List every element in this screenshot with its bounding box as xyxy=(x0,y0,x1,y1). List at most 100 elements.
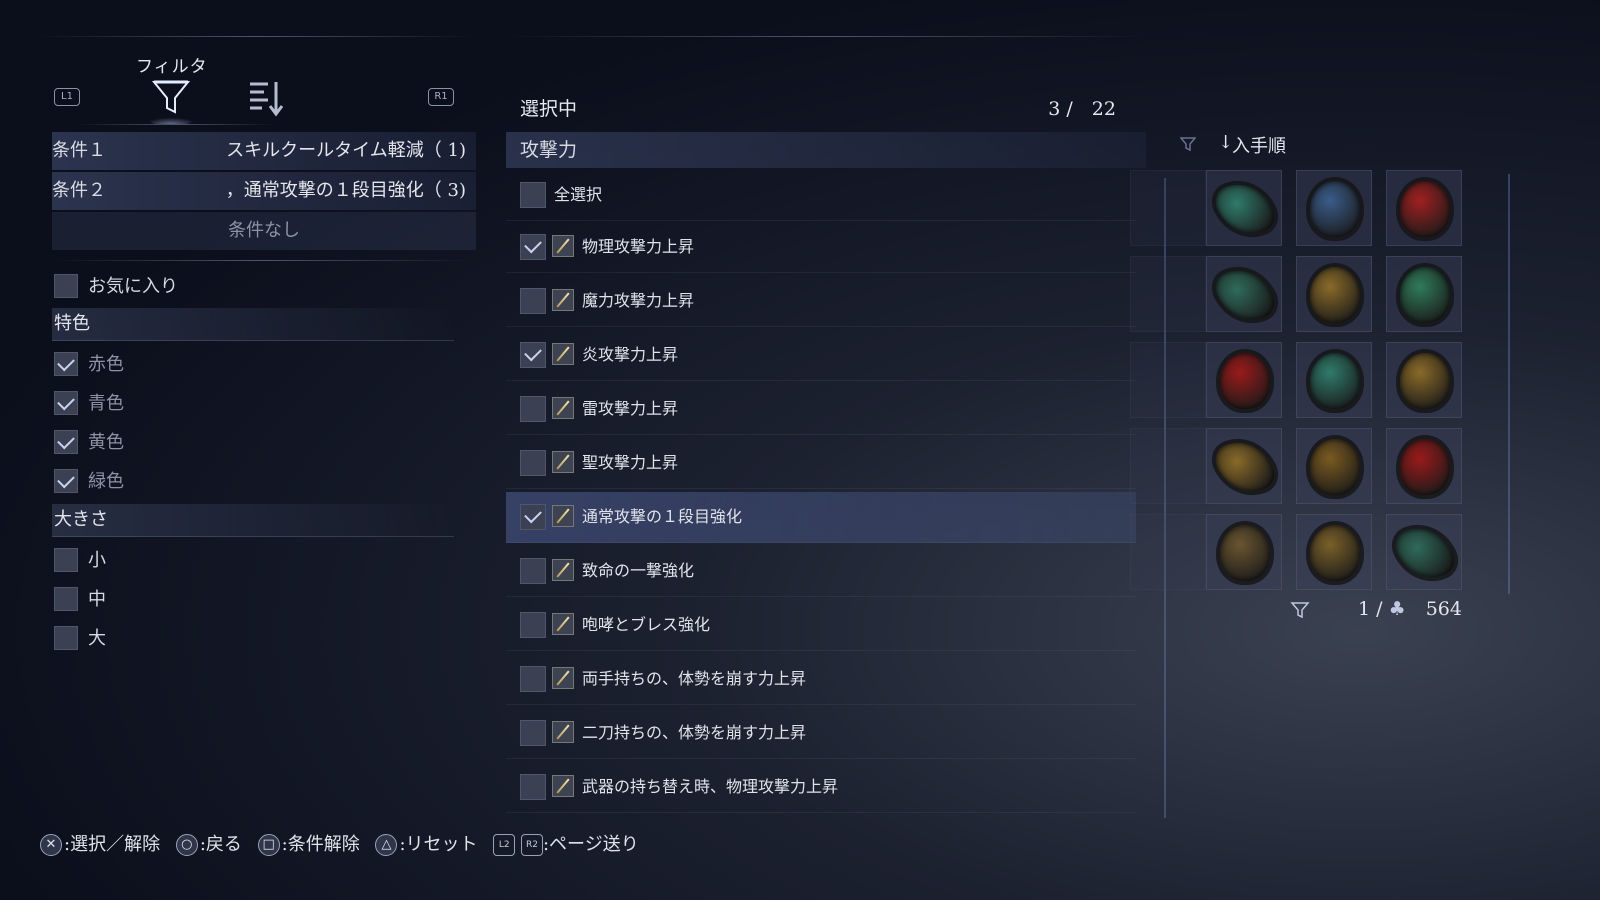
option-label: 通常攻撃の１段目強化 xyxy=(582,507,743,526)
option-row[interactable]: 雷攻撃力上昇 xyxy=(506,384,1136,435)
condition-1[interactable]: 条件１ スキルクールタイム軽減（ 1) xyxy=(52,132,476,170)
inventory-slot[interactable] xyxy=(1386,428,1462,504)
inventory-slot[interactable] xyxy=(1296,170,1372,246)
inventory-slot[interactable] xyxy=(1296,342,1372,418)
size-checkbox[interactable] xyxy=(54,587,78,611)
option-checkbox[interactable] xyxy=(520,720,546,746)
sort-icon xyxy=(250,82,284,117)
inventory-panel: ↓ 入手順 1 / ♣ 564 xyxy=(1130,120,1550,640)
inventory-count: 1 / ♣ 564 xyxy=(1290,598,1462,620)
l1-button[interactable]: L1 xyxy=(54,88,80,106)
selected-label: 選択中 xyxy=(520,98,578,120)
option-checkbox[interactable] xyxy=(520,342,546,368)
help-reset: △:リセット xyxy=(375,830,478,856)
inventory-slot[interactable] xyxy=(1206,170,1282,246)
sword-icon xyxy=(552,289,574,311)
inventory-slot[interactable] xyxy=(1386,342,1462,418)
color-checkbox[interactable] xyxy=(54,430,78,454)
relic-gem-icon xyxy=(1400,439,1450,495)
tab-underline xyxy=(76,124,276,125)
inventory-slot[interactable] xyxy=(1296,428,1372,504)
selection-summary: 選択中 3 / 22 xyxy=(520,94,1126,121)
option-label: 致命の一撃強化 xyxy=(582,561,695,580)
option-checkbox[interactable] xyxy=(520,666,546,692)
help-select-label: :選択／解除 xyxy=(64,834,161,855)
inventory-slot[interactable] xyxy=(1206,514,1282,590)
option-row[interactable]: 二刀持ちの、体勢を崩す力上昇 xyxy=(506,708,1136,759)
relic-gem-icon xyxy=(1310,525,1360,581)
option-row[interactable]: 致命の一撃強化 xyxy=(506,546,1136,597)
color-checkbox[interactable] xyxy=(54,352,78,376)
grid-scrollbar[interactable] xyxy=(1508,174,1510,594)
inventory-slot[interactable] xyxy=(1130,256,1206,332)
option-row[interactable]: 咆哮とブレス強化 xyxy=(506,600,1136,651)
inventory-slot[interactable] xyxy=(1130,514,1206,590)
sword-icon xyxy=(552,397,574,419)
size-checkbox[interactable] xyxy=(54,548,78,572)
cross-button-icon: ✕ xyxy=(40,834,62,856)
option-row[interactable]: 通常攻撃の１段目強化 xyxy=(506,492,1136,543)
inventory-slot[interactable] xyxy=(1386,514,1462,590)
tab-filter[interactable] xyxy=(148,76,194,126)
inventory-page: 1 / xyxy=(1358,598,1383,620)
option-label: 炎攻撃力上昇 xyxy=(582,345,679,364)
color-checkbox[interactable] xyxy=(54,469,78,493)
no-condition-row[interactable]: 条件なし xyxy=(52,212,476,250)
relic-gem-icon xyxy=(1210,173,1280,245)
help-page: L2 R2:ページ送り xyxy=(493,830,639,856)
condition-1-value: スキルクールタイム軽減（ 1) xyxy=(226,140,466,161)
option-checkbox[interactable] xyxy=(520,450,546,476)
option-checkbox[interactable] xyxy=(520,396,546,422)
inventory-slot[interactable] xyxy=(1296,514,1372,590)
relic-gem-icon xyxy=(1400,181,1450,237)
sort-label: 入手順 xyxy=(1232,136,1286,157)
relic-gem-icon xyxy=(1310,267,1360,323)
inventory-slot[interactable] xyxy=(1206,428,1282,504)
inventory-slot[interactable] xyxy=(1206,342,1282,418)
select-all-label: 全選択 xyxy=(554,185,603,204)
select-all-checkbox[interactable] xyxy=(520,182,546,208)
color-checkbox[interactable] xyxy=(54,391,78,415)
r1-button[interactable]: R1 xyxy=(428,88,454,106)
inventory-total: 564 xyxy=(1425,598,1462,620)
inventory-slot[interactable] xyxy=(1130,428,1206,504)
triangle-button-icon: △ xyxy=(375,834,398,856)
condition-2[interactable]: 条件２ ，通常攻撃の１段目強化（ 3) xyxy=(52,172,476,210)
option-row[interactable]: 聖攻撃力上昇 xyxy=(506,438,1136,489)
inventory-slot[interactable] xyxy=(1206,256,1282,332)
favorite-checkbox[interactable] xyxy=(54,274,78,298)
option-list-panel: 選択中 3 / 22 攻撃力 全選択 物理攻撃力上昇魔力攻撃力上昇炎攻撃力上昇雷… xyxy=(506,36,1146,826)
tab-sort[interactable] xyxy=(246,78,292,118)
size-checkbox[interactable] xyxy=(54,626,78,650)
favorite-label: お気に入り xyxy=(88,276,178,297)
option-row[interactable]: 武器の持ち替え時、物理攻撃力上昇 xyxy=(506,762,1136,813)
inventory-slot[interactable] xyxy=(1386,256,1462,332)
option-row[interactable]: 炎攻撃力上昇 xyxy=(506,330,1136,381)
option-row[interactable]: 両手持ちの、体勢を崩す力上昇 xyxy=(506,654,1136,705)
option-checkbox[interactable] xyxy=(520,288,546,314)
option-label: 雷攻撃力上昇 xyxy=(582,399,679,418)
inventory-slot[interactable] xyxy=(1130,342,1206,418)
relic-icon: ♣ xyxy=(1388,598,1406,620)
option-checkbox[interactable] xyxy=(520,612,546,638)
option-row[interactable]: 魔力攻撃力上昇 xyxy=(506,276,1136,327)
condition-2-value: ，通常攻撃の１段目強化（ 3) xyxy=(225,180,466,201)
inventory-slot[interactable] xyxy=(1296,256,1372,332)
relic-gem-icon xyxy=(1210,259,1280,331)
relic-gem-icon xyxy=(1310,181,1360,237)
filter-panel: L1 フィルタ R1 条件１ スキルクールタイム軽減（ 1) 条件２ ，通常攻撃… xyxy=(36,36,476,796)
option-checkbox[interactable] xyxy=(520,504,546,530)
option-checkbox[interactable] xyxy=(520,774,546,800)
category-header: 攻撃力 xyxy=(506,132,1146,168)
size-section-header: 大きさ xyxy=(52,504,454,537)
sword-icon xyxy=(552,775,574,797)
help-page-label: :ページ送り xyxy=(542,834,639,855)
inventory-slot[interactable] xyxy=(1130,170,1206,246)
option-checkbox[interactable] xyxy=(520,234,546,260)
inventory-slot[interactable] xyxy=(1386,170,1462,246)
option-label: 物理攻撃力上昇 xyxy=(582,237,695,256)
select-all-row[interactable]: 全選択 xyxy=(506,170,1136,221)
color-label: 赤色 xyxy=(88,354,124,375)
option-row[interactable]: 物理攻撃力上昇 xyxy=(506,222,1136,273)
option-checkbox[interactable] xyxy=(520,558,546,584)
